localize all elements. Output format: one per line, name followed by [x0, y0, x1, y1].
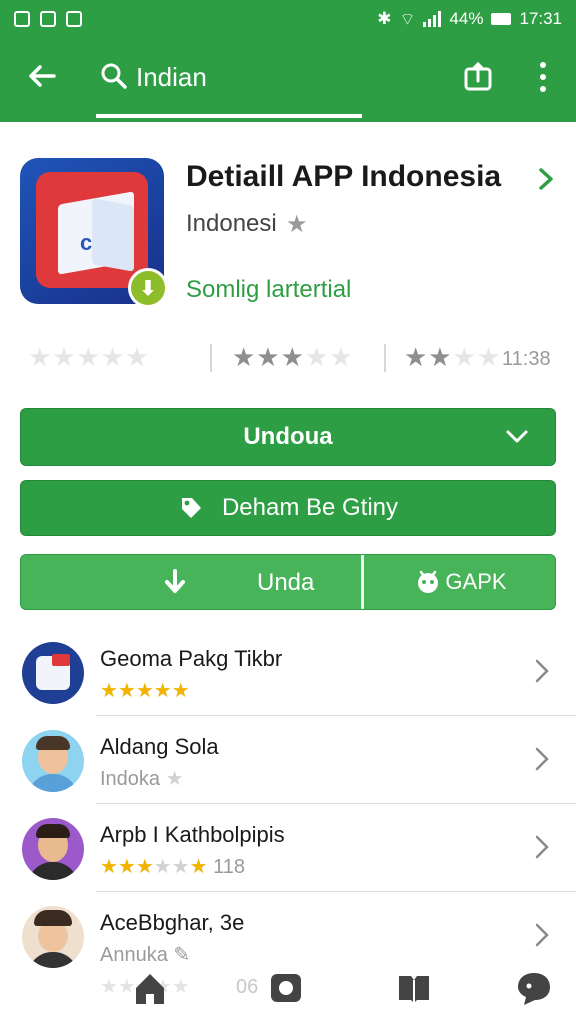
rating-count: 11:38 [502, 348, 551, 370]
man-avatar-blue [22, 730, 84, 792]
install-button-label: Undoua [243, 423, 333, 450]
apk-label: GAPK [445, 569, 507, 594]
back-arrow-icon[interactable] [24, 58, 60, 94]
rating-group-1: ★★★★★ [28, 342, 150, 372]
divider [210, 344, 212, 372]
stars-filled: ★★★ [100, 856, 154, 878]
list-item-title: AceBbghar, 3e [100, 910, 245, 935]
man-avatar-purple [22, 818, 84, 880]
share-icon[interactable] [462, 60, 494, 92]
list-item-title: Arpb I Kathbolpipis [100, 822, 285, 847]
chevron-down-icon[interactable] [505, 427, 529, 447]
more-options-icon[interactable] [534, 60, 552, 94]
chevron-right-icon[interactable] [532, 744, 552, 774]
image-icon [66, 11, 82, 27]
status-bar: ✱ ⌔ 44% 17:31 [0, 0, 576, 38]
star-rating: ★★★★★ [100, 680, 190, 702]
book-icon[interactable] [394, 968, 434, 1008]
apk-button[interactable]: GAPK [367, 555, 555, 609]
signal-icon [423, 11, 442, 27]
star-icon: ★ [165, 768, 184, 790]
rating-group-2: ★★★★★ [232, 342, 354, 372]
home-icon[interactable] [130, 968, 170, 1008]
list-item[interactable]: Arpb I Kathbolpipis ★★★★★★ 118 [0, 804, 576, 892]
faded-count: 06 [236, 976, 259, 998]
list-item[interactable]: Aldang Sola Indoka ★ [0, 716, 576, 804]
android-icon [418, 570, 439, 593]
search-icon[interactable] [100, 62, 128, 90]
app-title: Detiaill APP Indonesia [186, 160, 502, 193]
rating-group-3: ★★★★ [404, 342, 502, 372]
list-item-subtitle: Indoka ★ [100, 766, 184, 791]
chevron-right-icon[interactable] [532, 832, 552, 862]
rating-strip: ★★★★★ ★★★★★ ★★★★ 11:38 [20, 338, 560, 378]
battery-icon [491, 13, 512, 25]
clock: 17:31 [519, 9, 562, 28]
install-button[interactable]: Undoua [20, 408, 556, 466]
chevron-right-icon[interactable] [532, 656, 552, 686]
secondary-action-button[interactable]: Deham Be Gtiny [20, 480, 556, 536]
toolbar: Indian [0, 38, 576, 122]
chat-icon[interactable] [514, 968, 554, 1008]
wifi-icon: ⌔ [399, 9, 416, 29]
secondary-action-label: Deham Be Gtiny [221, 494, 399, 521]
gallery-icon [40, 11, 56, 27]
list-item[interactable]: Geoma Pakg Tikbr ★★★★★ [0, 628, 576, 716]
search-underline [96, 114, 362, 118]
star-rating: ★★★★★★ 118 [100, 854, 245, 879]
divider [384, 344, 386, 372]
tag-icon [181, 498, 201, 518]
list-item-subtitle-text: Indoka [100, 768, 161, 790]
app-tagline: Somlig lartertial [186, 276, 352, 303]
download-arrow-icon [165, 569, 185, 593]
download-badge-icon: ⬇ [128, 268, 168, 308]
download-label: Unda [257, 569, 315, 596]
list-item-title: Aldang Sola [100, 734, 219, 759]
battery-percent: 44% [449, 9, 484, 28]
rating-count: 118 [213, 856, 246, 878]
bluetooth-icon: ✱ [377, 9, 392, 28]
download-split-button: Unda GAPK [20, 554, 556, 610]
chevron-right-icon[interactable] [536, 166, 556, 192]
notification-icon [14, 11, 30, 27]
star-icon: ★ [286, 211, 308, 238]
search-input[interactable]: Indian [136, 62, 207, 93]
app-icon-avatar [22, 642, 84, 704]
bottom-navigation: ★★★★★ 06 [0, 950, 576, 1024]
app-header-bar: ✱ ⌔ 44% 17:31 Indian [0, 0, 576, 122]
chevron-right-icon[interactable] [532, 920, 552, 950]
stars-filled-2: ★ [189, 856, 208, 878]
camera-icon[interactable] [266, 968, 306, 1008]
list-item-title: Geoma Pakg Tikbr [100, 646, 283, 671]
stars-empty: ★★ [153, 856, 190, 878]
developer-name[interactable]: Indonesi [186, 210, 277, 238]
divider [361, 555, 364, 609]
download-button[interactable]: Unda [21, 555, 361, 609]
